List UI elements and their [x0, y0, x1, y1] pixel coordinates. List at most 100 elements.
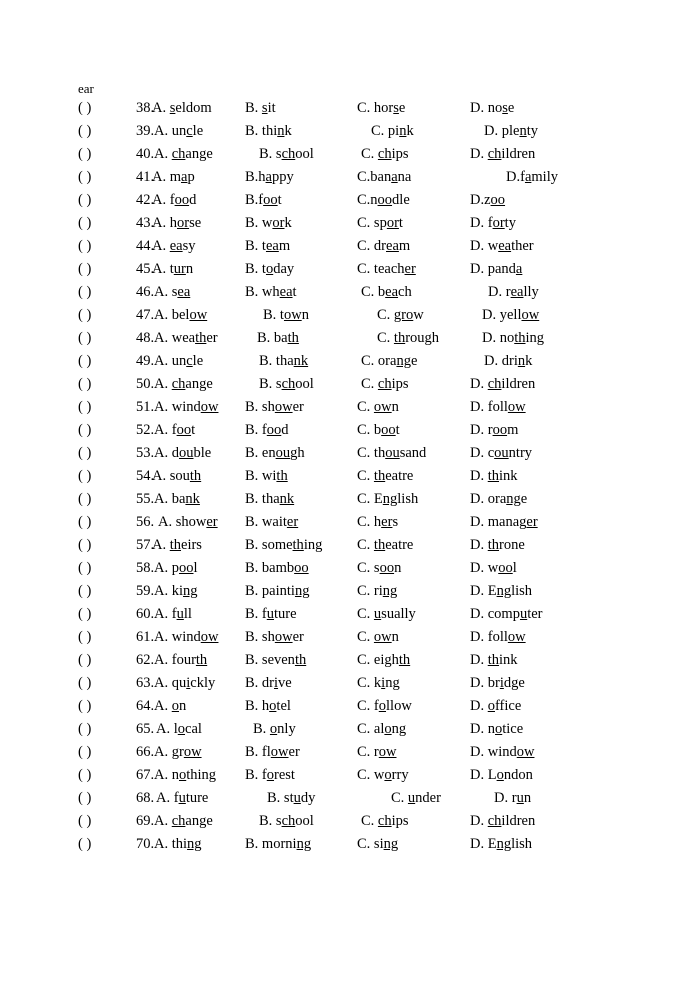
option-d[interactable]: D. bridge — [470, 672, 525, 695]
option-a[interactable]: A. king — [154, 580, 198, 603]
option-c[interactable]: C. sing — [357, 833, 398, 856]
option-a[interactable]: A. turn — [152, 258, 193, 281]
answer-blank[interactable]: ( ) — [78, 764, 91, 787]
option-d[interactable]: D. run — [494, 787, 531, 810]
option-b[interactable]: B. painting — [245, 580, 309, 603]
answer-blank[interactable]: ( ) — [78, 833, 91, 856]
option-c[interactable]: C. row — [357, 741, 397, 764]
option-d[interactable]: D. follow — [470, 396, 526, 419]
option-b[interactable]: B. future — [245, 603, 297, 626]
answer-blank[interactable]: ( ) — [78, 235, 91, 258]
option-b[interactable]: B. thank — [245, 488, 294, 511]
option-c[interactable]: C. sport — [357, 212, 403, 235]
option-c[interactable]: C. hers — [357, 511, 398, 534]
answer-blank[interactable]: ( ) — [78, 281, 91, 304]
option-c[interactable]: C. boot — [357, 419, 400, 442]
option-a[interactable]: A. full — [154, 603, 192, 626]
option-d[interactable]: D. nose — [470, 97, 514, 120]
answer-blank[interactable]: ( ) — [78, 442, 91, 465]
option-d[interactable]: D. country — [470, 442, 532, 465]
option-d[interactable]: D. really — [488, 281, 539, 304]
option-b[interactable]: B. hotel — [245, 695, 291, 718]
option-c[interactable]: C.noodle — [357, 189, 410, 212]
option-c[interactable]: C. pink — [371, 120, 414, 143]
option-c[interactable]: C. horse — [357, 97, 405, 120]
answer-blank[interactable]: ( ) — [78, 488, 91, 511]
option-b[interactable]: B.happy — [245, 166, 294, 189]
option-a[interactable]: A. uncle — [154, 350, 203, 373]
option-d[interactable]: D. throne — [470, 534, 525, 557]
option-c[interactable]: C. orange — [361, 350, 417, 373]
option-b[interactable]: B. school — [259, 143, 314, 166]
option-c[interactable]: C. grow — [377, 304, 424, 327]
option-a[interactable]: A. south — [152, 465, 201, 488]
answer-blank[interactable]: ( ) — [78, 212, 91, 235]
option-a[interactable]: A. shower — [158, 511, 218, 534]
answer-blank[interactable]: ( ) — [78, 373, 91, 396]
option-d[interactable]: D.zoo — [470, 189, 505, 212]
option-d[interactable]: D. office — [470, 695, 521, 718]
option-b[interactable]: B. enough — [245, 442, 305, 465]
option-a[interactable]: A. weather — [154, 327, 218, 350]
option-d[interactable]: D. London — [470, 764, 533, 787]
option-c[interactable]: C. along — [357, 718, 406, 741]
option-d[interactable]: D. children — [470, 373, 535, 396]
option-c[interactable]: C. eighth — [357, 649, 410, 672]
option-b[interactable]: B. something — [245, 534, 322, 557]
answer-blank[interactable]: ( ) — [78, 350, 91, 373]
option-d[interactable]: D. children — [470, 143, 535, 166]
option-b[interactable]: B. shower — [245, 626, 304, 649]
option-a[interactable]: A. change — [154, 373, 213, 396]
option-c[interactable]: C. chips — [361, 810, 409, 833]
answer-blank[interactable]: ( ) — [78, 419, 91, 442]
option-d[interactable]: D. plenty — [484, 120, 538, 143]
option-c[interactable]: C. beach — [361, 281, 412, 304]
option-a[interactable]: A. change — [154, 143, 213, 166]
option-b[interactable]: B. think — [245, 120, 292, 143]
option-b[interactable]: B. food — [245, 419, 289, 442]
option-b[interactable]: B. study — [267, 787, 315, 810]
option-c[interactable]: C. through — [377, 327, 439, 350]
option-b[interactable]: B. seventh — [245, 649, 306, 672]
option-c[interactable]: C. chips — [361, 143, 409, 166]
option-d[interactable]: D. forty — [470, 212, 516, 235]
option-d[interactable]: D. nothing — [482, 327, 544, 350]
option-d[interactable]: D. yellow — [482, 304, 539, 327]
answer-blank[interactable]: ( ) — [78, 166, 91, 189]
answer-blank[interactable]: ( ) — [78, 304, 91, 327]
option-d[interactable]: D. manager — [470, 511, 538, 534]
option-c[interactable]: C. follow — [357, 695, 412, 718]
answer-blank[interactable]: ( ) — [78, 603, 91, 626]
option-c[interactable]: C. soon — [357, 557, 401, 580]
answer-blank[interactable]: ( ) — [78, 327, 91, 350]
option-b[interactable]: B. school — [259, 373, 314, 396]
option-d[interactable]: D. drink — [484, 350, 532, 373]
option-b[interactable]: B. forest — [245, 764, 295, 787]
option-d[interactable]: D. follow — [470, 626, 526, 649]
option-a[interactable]: A. fourth — [154, 649, 207, 672]
option-d[interactable]: D. children — [470, 810, 535, 833]
option-b[interactable]: B. flower — [245, 741, 300, 764]
option-d[interactable]: D. think — [470, 649, 518, 672]
option-d[interactable]: D. think — [470, 465, 518, 488]
option-b[interactable]: B. thank — [259, 350, 308, 373]
option-c[interactable]: C. usually — [357, 603, 416, 626]
option-a[interactable]: A. theirs — [152, 534, 202, 557]
option-b[interactable]: B. today — [245, 258, 294, 281]
answer-blank[interactable]: ( ) — [78, 557, 91, 580]
option-c[interactable]: C.banana — [357, 166, 411, 189]
option-a[interactable]: A. pool — [154, 557, 198, 580]
option-b[interactable]: B. wheat — [245, 281, 297, 304]
option-a[interactable]: A. grow — [154, 741, 202, 764]
option-a[interactable]: A. future — [156, 787, 208, 810]
option-a[interactable]: A. below — [154, 304, 207, 327]
option-c[interactable]: C. dream — [357, 235, 410, 258]
answer-blank[interactable]: ( ) — [78, 97, 91, 120]
option-b[interactable]: B.foot — [245, 189, 282, 212]
option-a[interactable]: A. uncle — [154, 120, 203, 143]
option-c[interactable]: C. English — [357, 488, 418, 511]
option-b[interactable]: B. shower — [245, 396, 304, 419]
answer-blank[interactable]: ( ) — [78, 511, 91, 534]
option-b[interactable]: B. drive — [245, 672, 292, 695]
option-b[interactable]: B. with — [245, 465, 288, 488]
